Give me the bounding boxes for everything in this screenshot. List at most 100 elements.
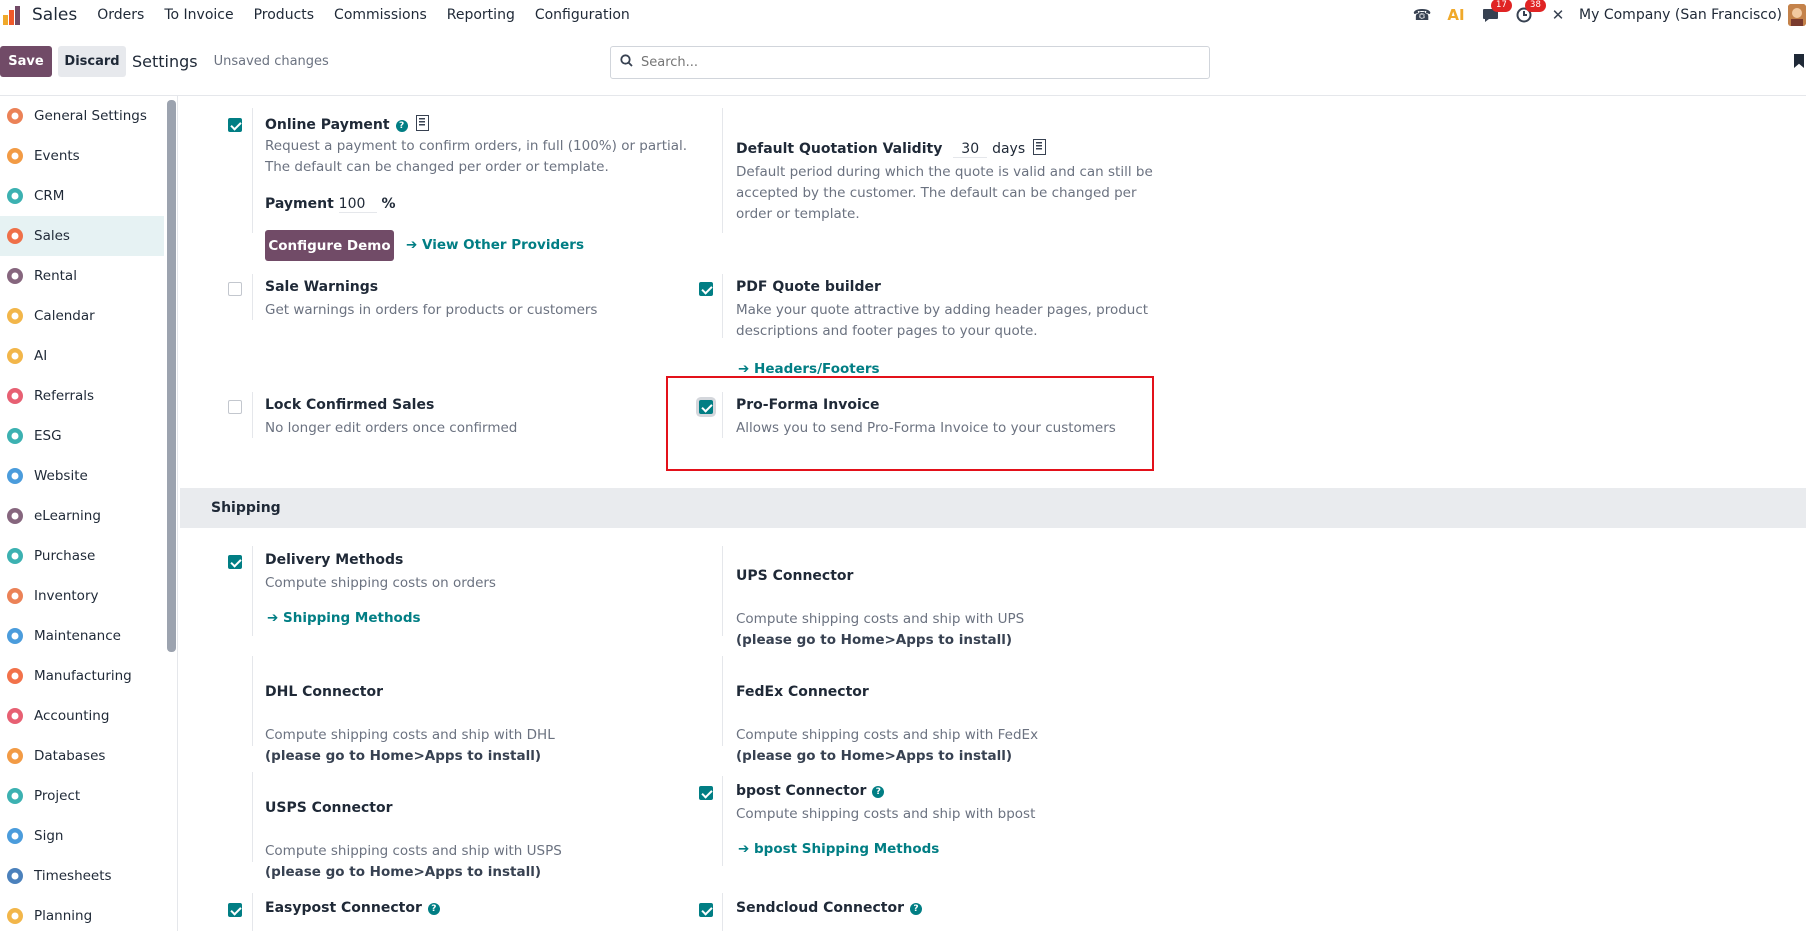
user-avatar[interactable]: [1788, 4, 1806, 26]
menu-products[interactable]: Products: [244, 7, 324, 23]
arrow-right-icon: ➔: [267, 610, 284, 626]
delivery-methods-checkbox[interactable]: [228, 555, 242, 569]
sidebar-item-ai[interactable]: AI: [0, 336, 164, 376]
setting-divider: [252, 274, 253, 320]
sidebar-item-label: General Settings: [34, 108, 147, 124]
sidebar-item-planning[interactable]: Planning: [0, 896, 164, 931]
purchase-icon: [4, 545, 26, 567]
headers-footers-label: Headers/Footers: [754, 361, 880, 377]
events-icon: [4, 145, 26, 167]
sidebar-item-esg[interactable]: ESG: [0, 416, 164, 456]
search-input[interactable]: [641, 55, 1181, 70]
sidebar-item-inventory[interactable]: Inventory: [0, 576, 164, 616]
sidebar-item-elearning[interactable]: eLearning: [0, 496, 164, 536]
sidebar-item-databases[interactable]: Databases: [0, 736, 164, 776]
sidebar-item-sales[interactable]: Sales: [0, 216, 164, 256]
discard-button[interactable]: Discard: [58, 45, 126, 77]
sidebar-item-maintenance[interactable]: Maintenance: [0, 616, 164, 656]
project-icon: [4, 785, 26, 807]
easypost-checkbox[interactable]: [228, 903, 242, 917]
general-settings-icon: [4, 105, 26, 127]
sidebar-item-general-settings[interactable]: General Settings: [0, 96, 164, 136]
activities-icon[interactable]: 38: [1513, 0, 1546, 26]
sidebar-item-label: Inventory: [34, 588, 99, 604]
search-bar[interactable]: [610, 46, 1210, 79]
sidebar-item-label: CRM: [34, 188, 65, 204]
shipping-methods-label: Shipping Methods: [283, 610, 421, 626]
dhl-title: DHL Connector: [265, 684, 383, 700]
payment-value-input[interactable]: 100: [338, 196, 377, 213]
menu-reporting[interactable]: Reporting: [437, 7, 525, 23]
app-title[interactable]: Sales: [32, 5, 77, 25]
help-icon[interactable]: ?: [872, 786, 885, 798]
sidebar-item-manufacturing[interactable]: Manufacturing: [0, 656, 164, 696]
pdf-quote-checkbox[interactable]: [699, 282, 713, 296]
view-other-providers-link[interactable]: ➔ View Other Providers: [406, 237, 584, 253]
sidebar-item-website[interactable]: Website: [0, 456, 164, 496]
quotation-validity-desc: Default period during which the quote is…: [736, 162, 1153, 225]
sidebar-item-rental[interactable]: Rental: [0, 256, 164, 296]
shipping-methods-link[interactable]: ➔ Shipping Methods: [267, 610, 421, 626]
bpost-shipping-methods-link[interactable]: ➔ bpost Shipping Methods: [738, 841, 939, 857]
sidebar-item-timesheets[interactable]: Timesheets: [0, 856, 164, 896]
sale-warnings-checkbox[interactable]: [228, 282, 242, 296]
sidebar-item-crm[interactable]: CRM: [0, 176, 164, 216]
menu-orders[interactable]: Orders: [87, 7, 154, 23]
sidebar-scrollbar[interactable]: [167, 100, 176, 652]
online-payment-label: Online Payment: [265, 117, 390, 133]
bookmark-icon[interactable]: [1794, 54, 1804, 68]
online-payment-desc-line1: Request a payment to confirm orders, in …: [265, 138, 688, 154]
help-icon[interactable]: ?: [909, 903, 922, 915]
sidebar-item-label: Planning: [34, 908, 93, 924]
setting-divider: [252, 893, 253, 931]
sales-app-icon[interactable]: [2, 4, 24, 26]
menu-commissions[interactable]: Commissions: [324, 7, 437, 23]
company-switcher[interactable]: My Company (San Francisco): [1579, 7, 1782, 23]
sidebar-item-events[interactable]: Events: [0, 136, 164, 176]
setting-divider: [722, 108, 723, 233]
sidebar-item-label: eLearning: [34, 508, 101, 524]
sendcloud-checkbox[interactable]: [699, 903, 713, 917]
sidebar-item-project[interactable]: Project: [0, 776, 164, 816]
online-payment-checkbox[interactable]: [228, 118, 242, 132]
sidebar-item-label: Timesheets: [34, 868, 112, 884]
bpost-shipping-methods-label: bpost Shipping Methods: [754, 841, 940, 857]
menu-to-invoice[interactable]: To Invoice: [154, 7, 243, 23]
help-icon[interactable]: ?: [395, 120, 408, 132]
elearning-icon: [4, 505, 26, 527]
delivery-methods-desc: Compute shipping costs on orders: [265, 575, 496, 591]
sidebar-item-purchase[interactable]: Purchase: [0, 536, 164, 576]
phone-icon[interactable]: ☎: [1411, 4, 1433, 26]
highlight-box: [666, 376, 1154, 471]
configure-demo-button[interactable]: Configure Demo: [265, 230, 394, 261]
sidebar-item-referrals[interactable]: Referrals: [0, 376, 164, 416]
lock-sales-checkbox[interactable]: [228, 400, 242, 414]
messages-icon[interactable]: 17: [1479, 0, 1512, 26]
sidebar-item-calendar[interactable]: Calendar: [0, 296, 164, 336]
payment-amount-row: Payment 100 %: [265, 196, 396, 213]
usps-title: USPS Connector: [265, 800, 393, 816]
fedex-desc-line: Compute shipping costs and ship with Fed…: [736, 727, 1039, 743]
company-specific-icon: [415, 115, 429, 131]
ai-icon[interactable]: AI: [1445, 4, 1467, 26]
bpost-checkbox[interactable]: [699, 786, 713, 800]
sidebar-item-accounting[interactable]: Accounting: [0, 696, 164, 736]
sidebar-item-sign[interactable]: Sign: [0, 816, 164, 856]
website-icon: [4, 465, 26, 487]
quotation-validity-input[interactable]: 30: [953, 141, 988, 158]
setting-divider: [252, 546, 253, 636]
timesheets-icon: [4, 865, 26, 887]
sidebar-item-label: Rental: [34, 268, 77, 284]
ups-title: UPS Connector: [736, 568, 854, 584]
sidebar-item-label: Accounting: [34, 708, 110, 724]
menu-configuration[interactable]: Configuration: [525, 7, 640, 23]
ups-desc: Compute shipping costs and ship with UPS…: [736, 609, 1024, 651]
databases-icon: [4, 745, 26, 767]
help-icon[interactable]: ?: [427, 903, 440, 915]
save-button[interactable]: Save: [0, 45, 52, 77]
setting-divider: [252, 392, 253, 438]
shipping-section-title: Shipping: [211, 500, 281, 516]
headers-footers-link[interactable]: ➔ Headers/Footers: [738, 361, 880, 377]
tools-icon[interactable]: ✕: [1547, 4, 1569, 26]
messages-badge: 17: [1491, 0, 1512, 12]
